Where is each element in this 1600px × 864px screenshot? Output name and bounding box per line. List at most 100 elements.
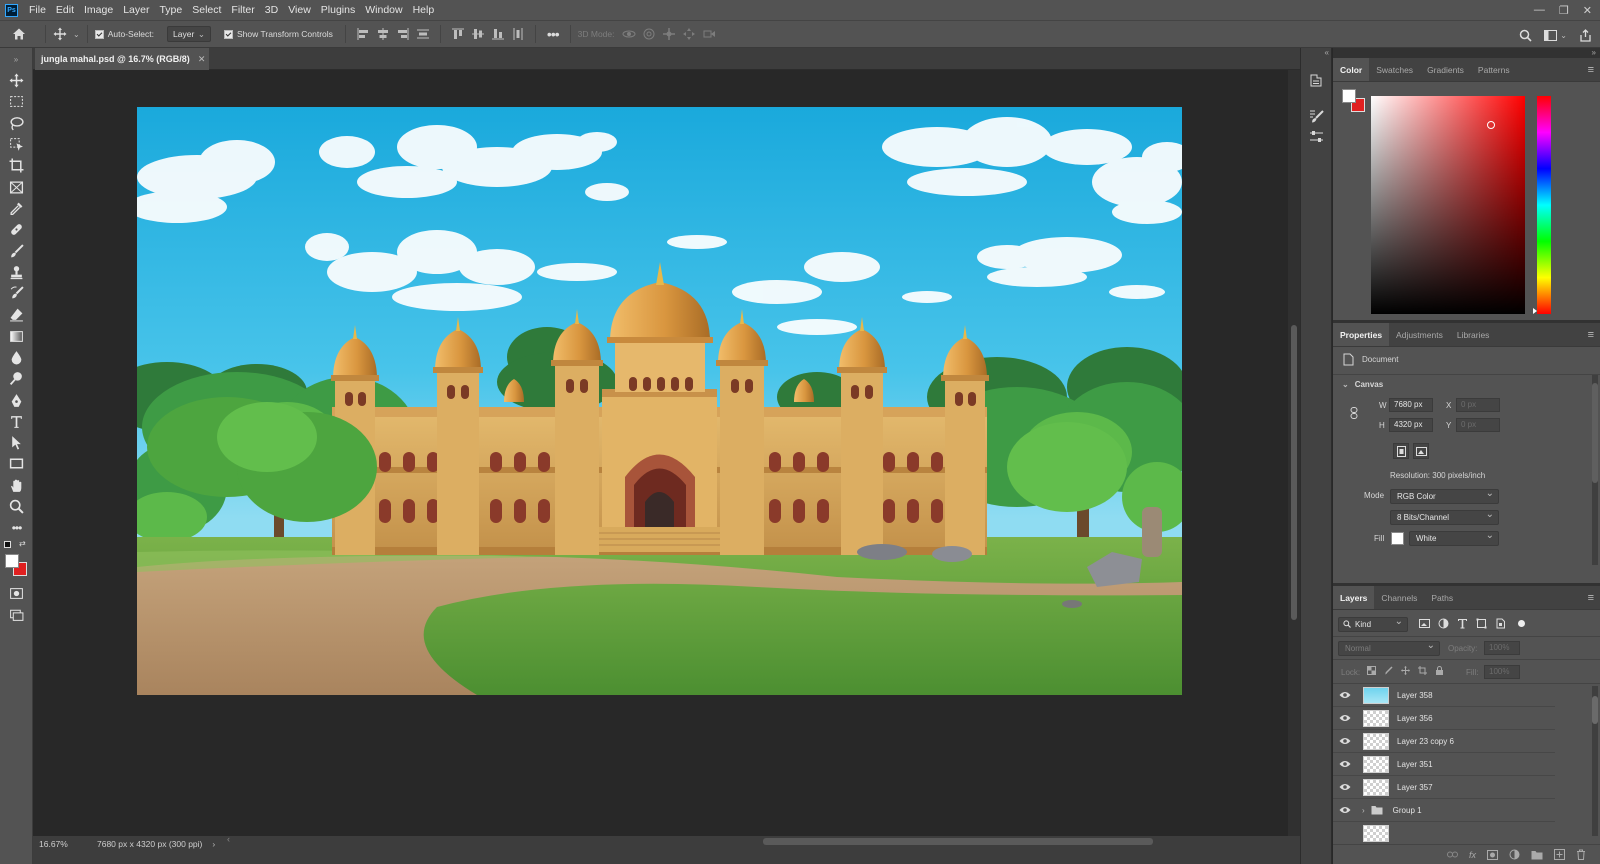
frame-tool[interactable]	[0, 176, 33, 197]
align-vertical-centers-icon[interactable]	[471, 27, 485, 41]
menu-layer[interactable]: Layer	[118, 0, 154, 20]
delete-layer-icon[interactable]	[1576, 849, 1586, 860]
lock-image-pixels-icon[interactable]	[1384, 666, 1393, 675]
move-tool[interactable]	[0, 70, 33, 91]
zoom-level[interactable]: 16.67%	[39, 839, 89, 849]
panel-menu-icon[interactable]: ≡	[1588, 323, 1600, 346]
crop-tool[interactable]	[0, 155, 33, 176]
layers-scrollbar-thumb[interactable]	[1592, 696, 1598, 724]
tab-properties[interactable]: Properties	[1333, 323, 1390, 346]
visibility-eye-icon[interactable]	[1333, 714, 1357, 722]
lock-all-icon[interactable]	[1435, 666, 1444, 675]
tab-libraries[interactable]: Libraries	[1450, 323, 1497, 346]
dodge-tool[interactable]	[0, 368, 33, 389]
menu-select[interactable]: Select	[187, 0, 226, 20]
share-icon[interactable]	[1579, 29, 1592, 42]
orbit-3d-icon[interactable]	[622, 27, 636, 41]
blend-mode-dropdown[interactable]: Normal	[1338, 639, 1440, 656]
close-icon[interactable]: ✕	[1583, 4, 1592, 17]
path-selection-tool[interactable]	[0, 432, 33, 453]
tab-patterns[interactable]: Patterns	[1471, 58, 1517, 81]
toolbar-collapse-handle[interactable]: »	[0, 48, 32, 70]
layer-row[interactable]: Layer 357	[1333, 776, 1555, 799]
search-icon[interactable]	[1519, 29, 1532, 42]
menu-image[interactable]: Image	[79, 0, 118, 20]
document-canvas[interactable]	[137, 107, 1182, 695]
opacity-field[interactable]: 100%	[1484, 641, 1520, 655]
hue-slider-handle[interactable]	[1533, 308, 1537, 314]
link-dimensions-icon[interactable]	[1350, 407, 1358, 419]
shape-layer-filter-icon[interactable]	[1476, 618, 1487, 629]
link-layers-icon[interactable]	[1447, 851, 1458, 858]
fill-color-chip[interactable]	[1391, 532, 1404, 545]
type-tool[interactable]	[0, 411, 33, 432]
edit-toolbar-button[interactable]: •••	[0, 517, 33, 538]
auto-select-checkbox[interactable]: Auto-Select:	[94, 29, 154, 39]
portrait-orientation-button[interactable]	[1393, 443, 1409, 459]
home-button[interactable]	[0, 27, 38, 41]
fill-field[interactable]: 100%	[1484, 665, 1520, 679]
properties-scrollbar-thumb[interactable]	[1592, 383, 1598, 483]
menu-plugins[interactable]: Plugins	[316, 0, 360, 20]
add-mask-icon[interactable]	[1487, 850, 1498, 860]
new-adjustment-layer-icon[interactable]	[1509, 849, 1520, 860]
panel-menu-icon[interactable]: ≡	[1588, 586, 1600, 609]
eyedropper-tool[interactable]	[0, 198, 33, 219]
bit-depth-dropdown[interactable]: 8 Bits/Channel	[1390, 508, 1499, 525]
slide-3d-icon[interactable]	[682, 27, 696, 41]
color-mode-dropdown[interactable]: RGB Color	[1390, 487, 1499, 504]
foreground-color-chip[interactable]	[1342, 89, 1356, 103]
horizontal-scrollbar[interactable]: ‹	[227, 834, 1288, 846]
quick-mask-button[interactable]	[0, 583, 33, 604]
brush-settings-button[interactable]	[1306, 106, 1326, 126]
color-saturation-field[interactable]	[1371, 96, 1525, 314]
vertical-scrollbar[interactable]	[1288, 70, 1300, 836]
tab-layers[interactable]: Layers	[1333, 586, 1375, 609]
menu-filter[interactable]: Filter	[226, 0, 259, 20]
menu-3d[interactable]: 3D	[260, 0, 283, 20]
tab-channels[interactable]: Channels	[1374, 586, 1424, 609]
layer-row-partial[interactable]	[1333, 822, 1555, 844]
tab-paths[interactable]: Paths	[1424, 586, 1460, 609]
align-bottom-edges-icon[interactable]	[491, 27, 505, 41]
panel-menu-icon[interactable]: ≡	[1588, 58, 1600, 81]
rectangular-marquee-tool[interactable]	[0, 91, 33, 112]
lock-transparent-pixels-icon[interactable]	[1367, 666, 1376, 675]
menu-help[interactable]: Help	[408, 0, 440, 20]
filter-toggle-icon[interactable]	[1518, 620, 1525, 627]
gradient-tool[interactable]	[0, 326, 33, 347]
layer-effects-icon[interactable]: fx	[1469, 850, 1476, 860]
smart-object-filter-icon[interactable]	[1495, 618, 1506, 629]
group-row[interactable]: › Group 1	[1333, 799, 1555, 822]
scale-3d-icon[interactable]	[702, 27, 716, 41]
canvas-section-header[interactable]: ⌄ Canvas	[1342, 380, 1383, 389]
dock-collapse-handle[interactable]: «	[1301, 48, 1331, 60]
hand-tool[interactable]	[0, 475, 33, 496]
history-brush-tool[interactable]	[0, 283, 33, 304]
layers-scrollbar[interactable]	[1592, 686, 1598, 836]
align-horizontal-centers-icon[interactable]	[376, 27, 390, 41]
menu-file[interactable]: File	[24, 0, 51, 20]
menu-type[interactable]: Type	[154, 0, 187, 20]
minimize-icon[interactable]: —	[1534, 4, 1545, 16]
move-tool-preset[interactable]: ⌄	[53, 27, 80, 41]
layer-row[interactable]: Layer 351	[1333, 753, 1555, 776]
y-field[interactable]: 0 px	[1456, 418, 1500, 432]
tab-gradients[interactable]: Gradients	[1420, 58, 1471, 81]
tab-adjustments[interactable]: Adjustments	[1389, 323, 1450, 346]
roll-3d-icon[interactable]	[642, 27, 656, 41]
visibility-eye-icon[interactable]	[1333, 806, 1357, 814]
default-colors-icon[interactable]	[4, 540, 11, 548]
chevron-right-icon[interactable]: ›	[1362, 806, 1365, 815]
workspace-switcher[interactable]: ⌄	[1544, 30, 1567, 41]
distribute-vertical-icon[interactable]	[416, 27, 430, 41]
blur-tool[interactable]	[0, 347, 33, 368]
tab-swatches[interactable]: Swatches	[1369, 58, 1420, 81]
menu-window[interactable]: Window	[360, 0, 407, 20]
spot-healing-brush-tool[interactable]	[0, 219, 33, 240]
foreground-color-swatch[interactable]	[5, 553, 19, 568]
properties-scrollbar[interactable]	[1592, 375, 1598, 565]
more-options-icon[interactable]: •••	[547, 26, 560, 42]
hue-slider[interactable]	[1533, 96, 1551, 314]
restore-icon[interactable]: ❐	[1559, 4, 1569, 17]
